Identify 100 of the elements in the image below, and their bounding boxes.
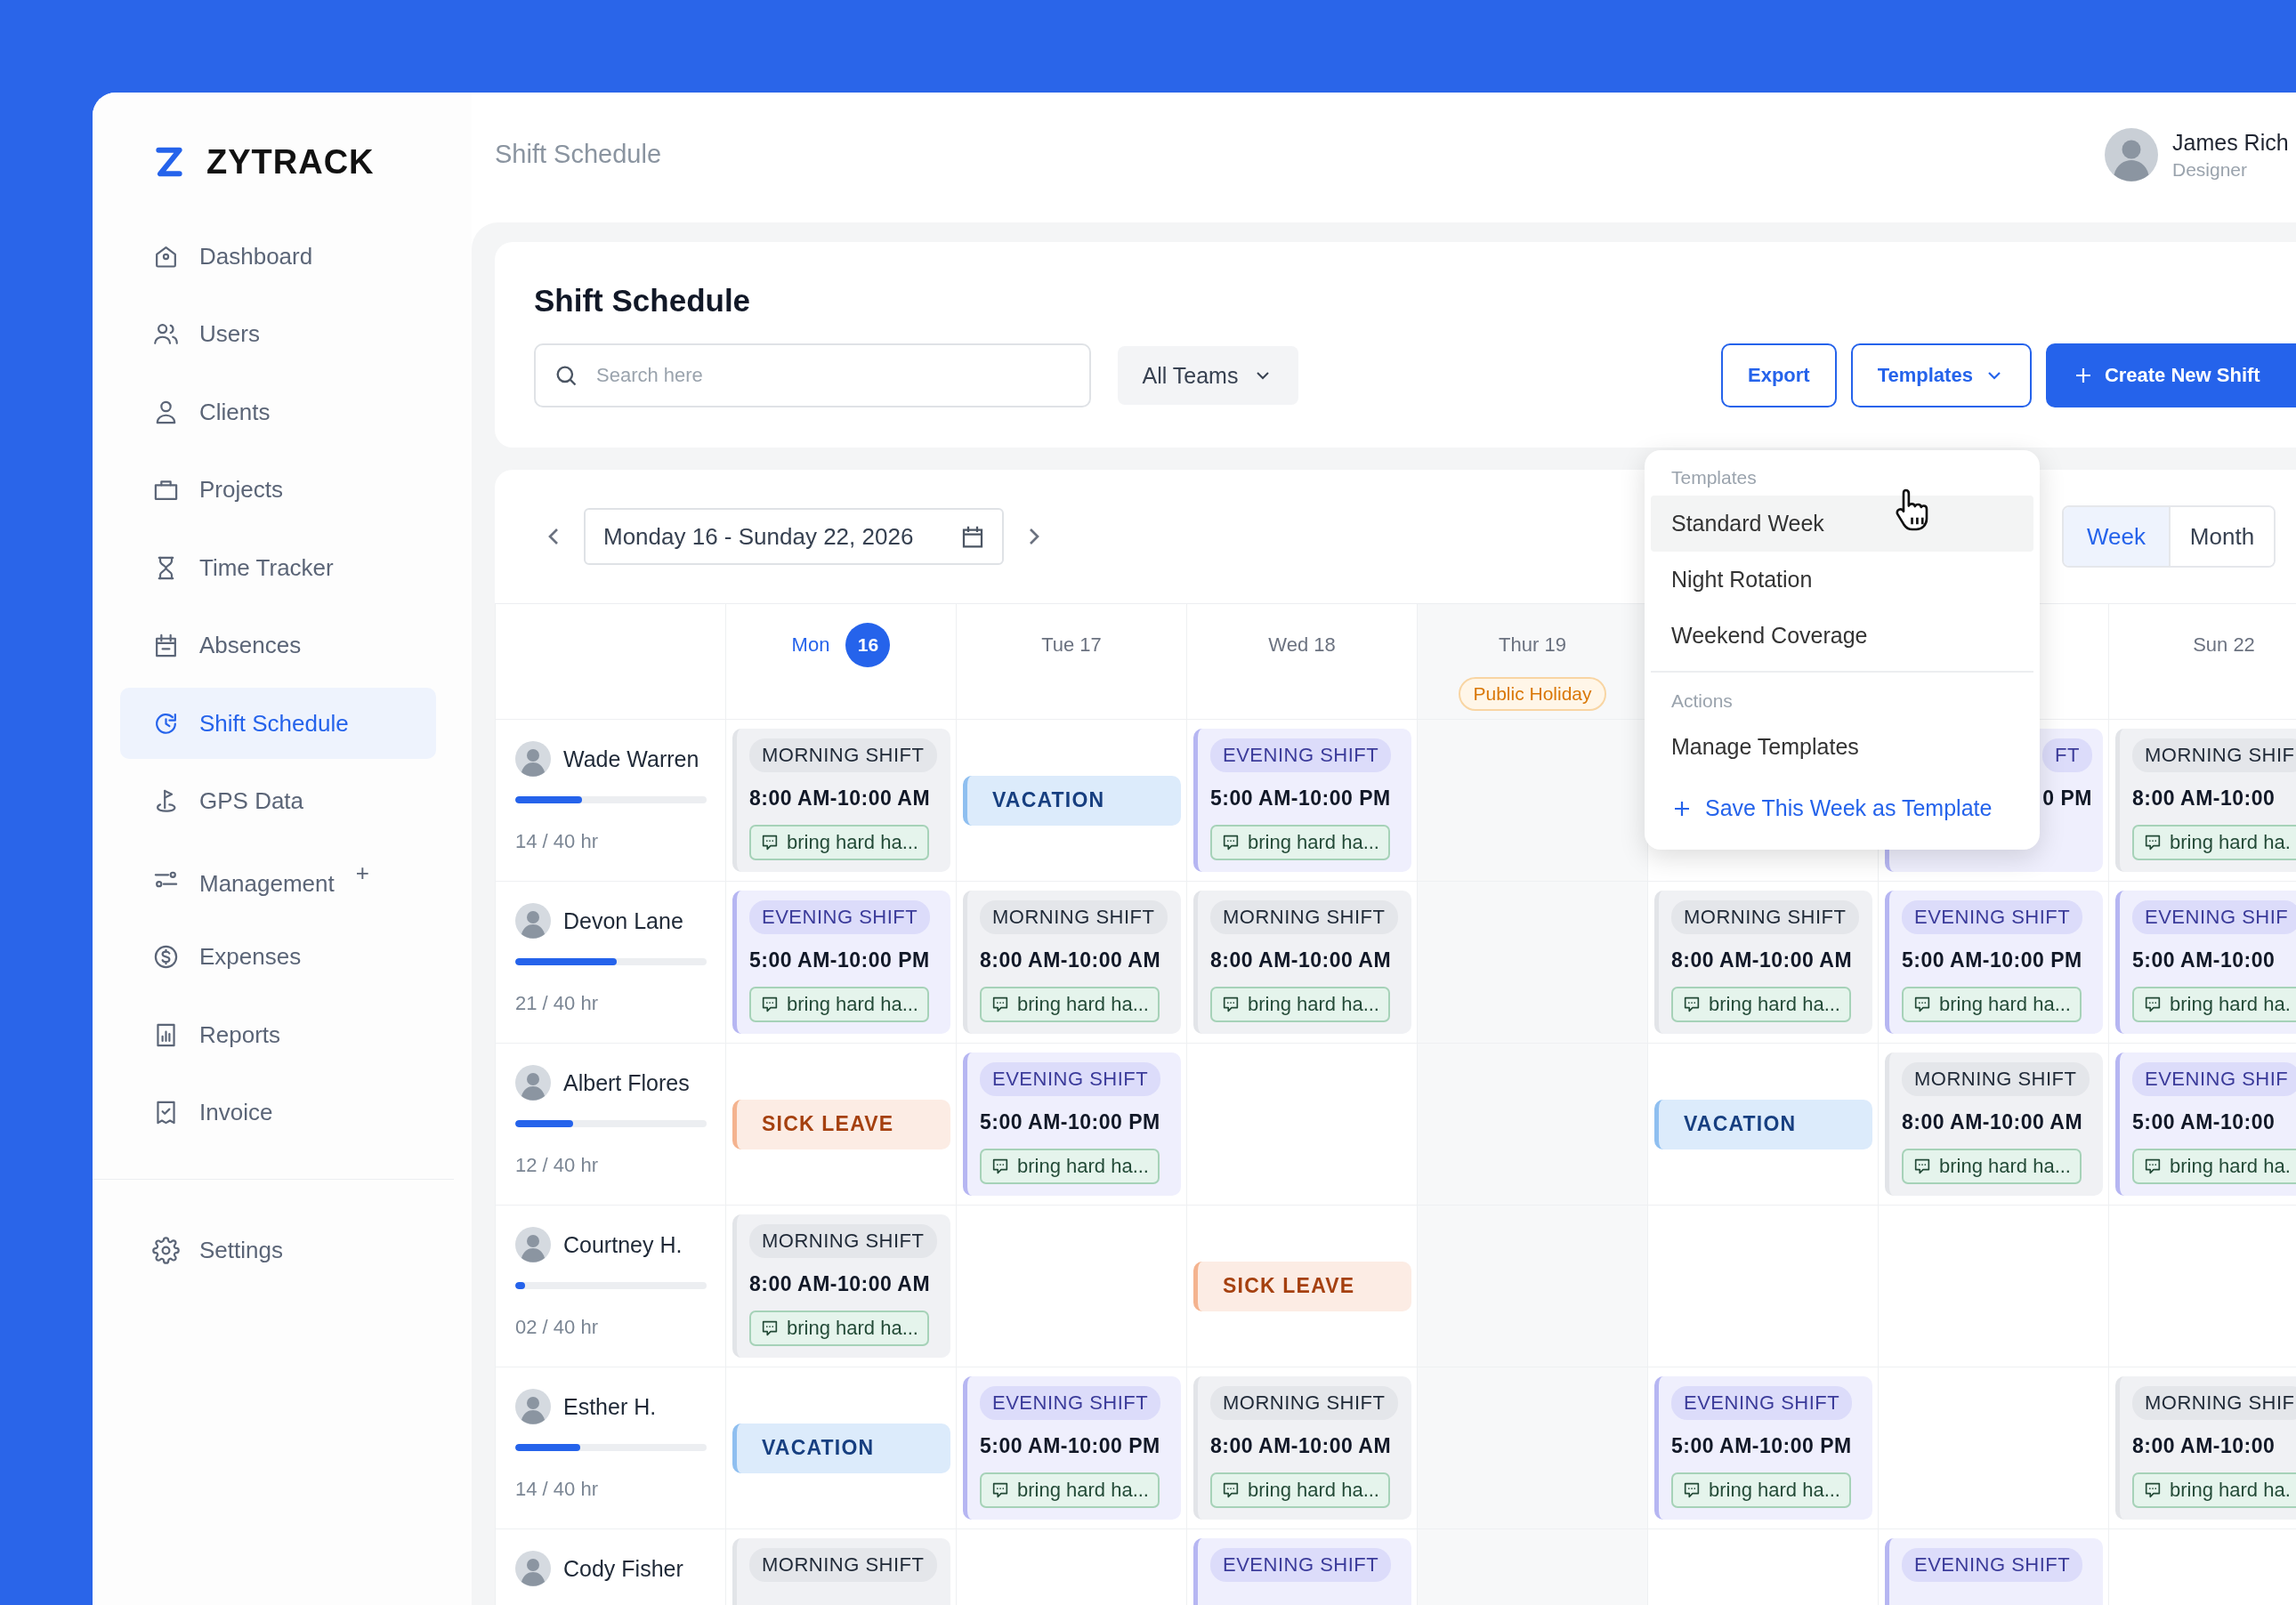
comment-icon	[760, 1319, 780, 1338]
note-chip: bring hard ha...	[980, 987, 1160, 1022]
note-chip: bring hard ha.	[2132, 1149, 2296, 1184]
employee-name: Albert Flores	[563, 1069, 690, 1096]
comment-icon	[1221, 1480, 1241, 1500]
sidebar-item[interactable]: Invoice	[120, 1077, 436, 1149]
employee-name: Cody Fisher	[563, 1555, 683, 1582]
search-field[interactable]: Search here	[534, 343, 1091, 407]
sidebar-item[interactable]: Dashboard	[120, 221, 436, 292]
sidebar-item[interactable]: Users	[120, 298, 436, 370]
shift-card[interactable]: EVENING SHIFT	[1885, 1538, 2103, 1605]
comment-icon	[990, 1157, 1010, 1176]
shift-card[interactable]: EVENING SHIFT 5:00 AM-10:00 PM bring hard ha...	[1193, 729, 1411, 872]
shift-card[interactable]: EVENING SHIFT 5:00 AM-10:00 PM bring hard ha...	[963, 1376, 1181, 1520]
comment-icon	[2143, 833, 2163, 852]
day-header: Wed 18	[1268, 633, 1336, 657]
employee-name: Esther H.	[563, 1393, 657, 1420]
comment-icon	[990, 995, 1010, 1014]
user-role: Designer	[2172, 158, 2249, 181]
page-title: Shift Schedule	[495, 139, 661, 169]
avatar	[515, 1065, 551, 1101]
hours-label: 21 / 40 hr	[515, 992, 599, 1015]
note-chip: bring hard ha...	[1210, 825, 1390, 860]
sidebar-item[interactable]: Expenses	[120, 921, 436, 993]
comment-icon	[2143, 995, 2163, 1014]
note-chip: bring hard ha.	[2132, 825, 2296, 860]
menu-item[interactable]: Night Rotation	[1651, 552, 2033, 608]
shift-card[interactable]: EVENING SHIF 5:00 AM-10:00 bring hard ha.	[2115, 1053, 2296, 1196]
shift-card[interactable]: MORNING SHIF 8:00 AM-10:00 bring hard ha.	[2115, 1376, 2296, 1520]
avatar	[515, 741, 551, 777]
avatar	[515, 1551, 551, 1586]
user-name: James Rich	[2172, 129, 2289, 156]
comment-icon	[990, 1480, 1010, 1500]
view-tab[interactable]: Month	[2169, 507, 2274, 566]
view-tab[interactable]: Week	[2064, 507, 2169, 566]
shift-card[interactable]: MORNING SHIFT 8:00 AM-10:00 AM bring hard ha...	[1654, 891, 1872, 1034]
shift-card[interactable]: MORNING SHIFT 8:00 AM-10:00 AM bring hard ha...	[1193, 891, 1411, 1034]
employee-name: Devon Lane	[563, 907, 683, 934]
shift-card[interactable]: EVENING SHIFT 5:00 AM-10:00 PM bring hard ha...	[963, 1053, 1181, 1196]
menu-item[interactable]: Standard Week	[1651, 496, 2033, 552]
comment-icon	[1912, 995, 1932, 1014]
note-chip: bring hard ha...	[749, 987, 929, 1022]
note-chip: bring hard ha...	[980, 1472, 1160, 1508]
note-chip: bring hard ha...	[1671, 1472, 1851, 1508]
sick-leave-card[interactable]: SICK LEAVE	[732, 1099, 950, 1149]
shift-card[interactable]: EVENING SHIFT 5:00 AM-10:00 PM bring hard ha...	[1654, 1376, 1872, 1520]
avatar	[515, 903, 551, 939]
day-header: Sun 22	[2193, 633, 2255, 657]
date-range-picker[interactable]: Monday 16 - Sunday 22, 2026	[584, 508, 1004, 565]
note-chip: bring hard ha...	[1210, 987, 1390, 1022]
menu-item[interactable]: Manage Templates	[1651, 719, 2033, 775]
shift-card[interactable]: MORNING SHIFT	[732, 1538, 950, 1605]
export-button[interactable]: Export	[1721, 343, 1837, 407]
shift-card[interactable]: MORNING SHIFT 8:00 AM-10:00 AM bring hard ha...	[1193, 1376, 1411, 1520]
shift-card[interactable]: MORNING SHIFT 8:00 AM-10:00 AM bring hard ha...	[963, 891, 1181, 1034]
shift-card[interactable]: EVENING SHIFT	[1193, 1538, 1411, 1605]
hours-label: 14 / 40 hr	[515, 1478, 599, 1501]
shift-card[interactable]: EVENING SHIFT 5:00 AM-10:00 PM bring hard ha...	[1885, 891, 2103, 1034]
day-header: Tue 17	[1041, 633, 1102, 657]
sidebar-item[interactable]: GPS Data	[120, 765, 436, 837]
shift-card[interactable]: MORNING SHIFT 8:00 AM-10:00 AM bring hard ha...	[732, 1214, 950, 1358]
vacation-card[interactable]: VACATION	[732, 1423, 950, 1473]
settings-icon	[152, 1237, 180, 1264]
note-chip: bring hard ha...	[980, 1149, 1160, 1184]
team-filter-dropdown[interactable]: All Teams	[1118, 346, 1298, 405]
sidebar-item[interactable]: Time Tracker	[120, 532, 436, 603]
employee-name: Courtney H.	[563, 1231, 683, 1258]
menu-item[interactable]: Weekend Coverage	[1651, 608, 2033, 664]
menu-section-title: Templates	[1670, 466, 1758, 489]
hours-label: 12 / 40 hr	[515, 1154, 599, 1177]
sidebar-item[interactable]: Absences	[120, 609, 436, 682]
shift-card[interactable]: MORNING SHIF 8:00 AM-10:00 bring hard ha.	[2115, 729, 2296, 872]
comment-icon	[1221, 995, 1241, 1014]
sidebar-item[interactable]: Projects	[120, 454, 436, 526]
vacation-card[interactable]: VACATION	[963, 775, 1181, 826]
employee-name: Wade Warren	[563, 746, 699, 772]
sidebar-item[interactable]: Clients	[120, 376, 436, 448]
save-template-link[interactable]: Save This Week as Template	[1651, 780, 2033, 836]
menu-section-title: Actions	[1670, 690, 1734, 713]
sidebar-item[interactable]: Reports	[120, 999, 436, 1070]
shift-card[interactable]: MORNING SHIFT 8:00 AM-10:00 AM bring hard ha...	[1885, 1053, 2103, 1196]
section-title: Shift Schedule	[534, 282, 752, 319]
note-chip: bring hard ha...	[749, 1311, 929, 1346]
vacation-card[interactable]: VACATION	[1654, 1099, 1872, 1149]
avatar	[515, 1227, 551, 1262]
create-button[interactable]: Create New Shift	[2045, 343, 2296, 407]
sick-leave-card[interactable]: SICK LEAVE	[1193, 1261, 1411, 1311]
note-chip: bring hard ha...	[1210, 1472, 1390, 1508]
shift-card[interactable]: MORNING SHIFT 8:00 AM-10:00 AM bring hard ha...	[732, 729, 950, 872]
sidebar-item[interactable]: Shift Schedule	[120, 688, 436, 759]
comment-icon	[760, 833, 780, 852]
templates-dropdown-button[interactable]: Templates	[1850, 343, 2032, 407]
avatar[interactable]	[2105, 128, 2158, 181]
comment-icon	[1682, 1480, 1702, 1500]
dollar-icon	[152, 943, 180, 971]
note-chip: bring hard ha.	[2132, 987, 2296, 1022]
shift-card[interactable]: EVENING SHIFT 5:00 AM-10:00 PM bring hard ha...	[732, 891, 950, 1034]
shift-card[interactable]: EVENING SHIF 5:00 AM-10:00 bring hard ha.	[2115, 891, 2296, 1034]
hours-label: 14 / 40 hr	[515, 830, 599, 853]
sidebar-item[interactable]: Settings	[120, 1214, 436, 1286]
